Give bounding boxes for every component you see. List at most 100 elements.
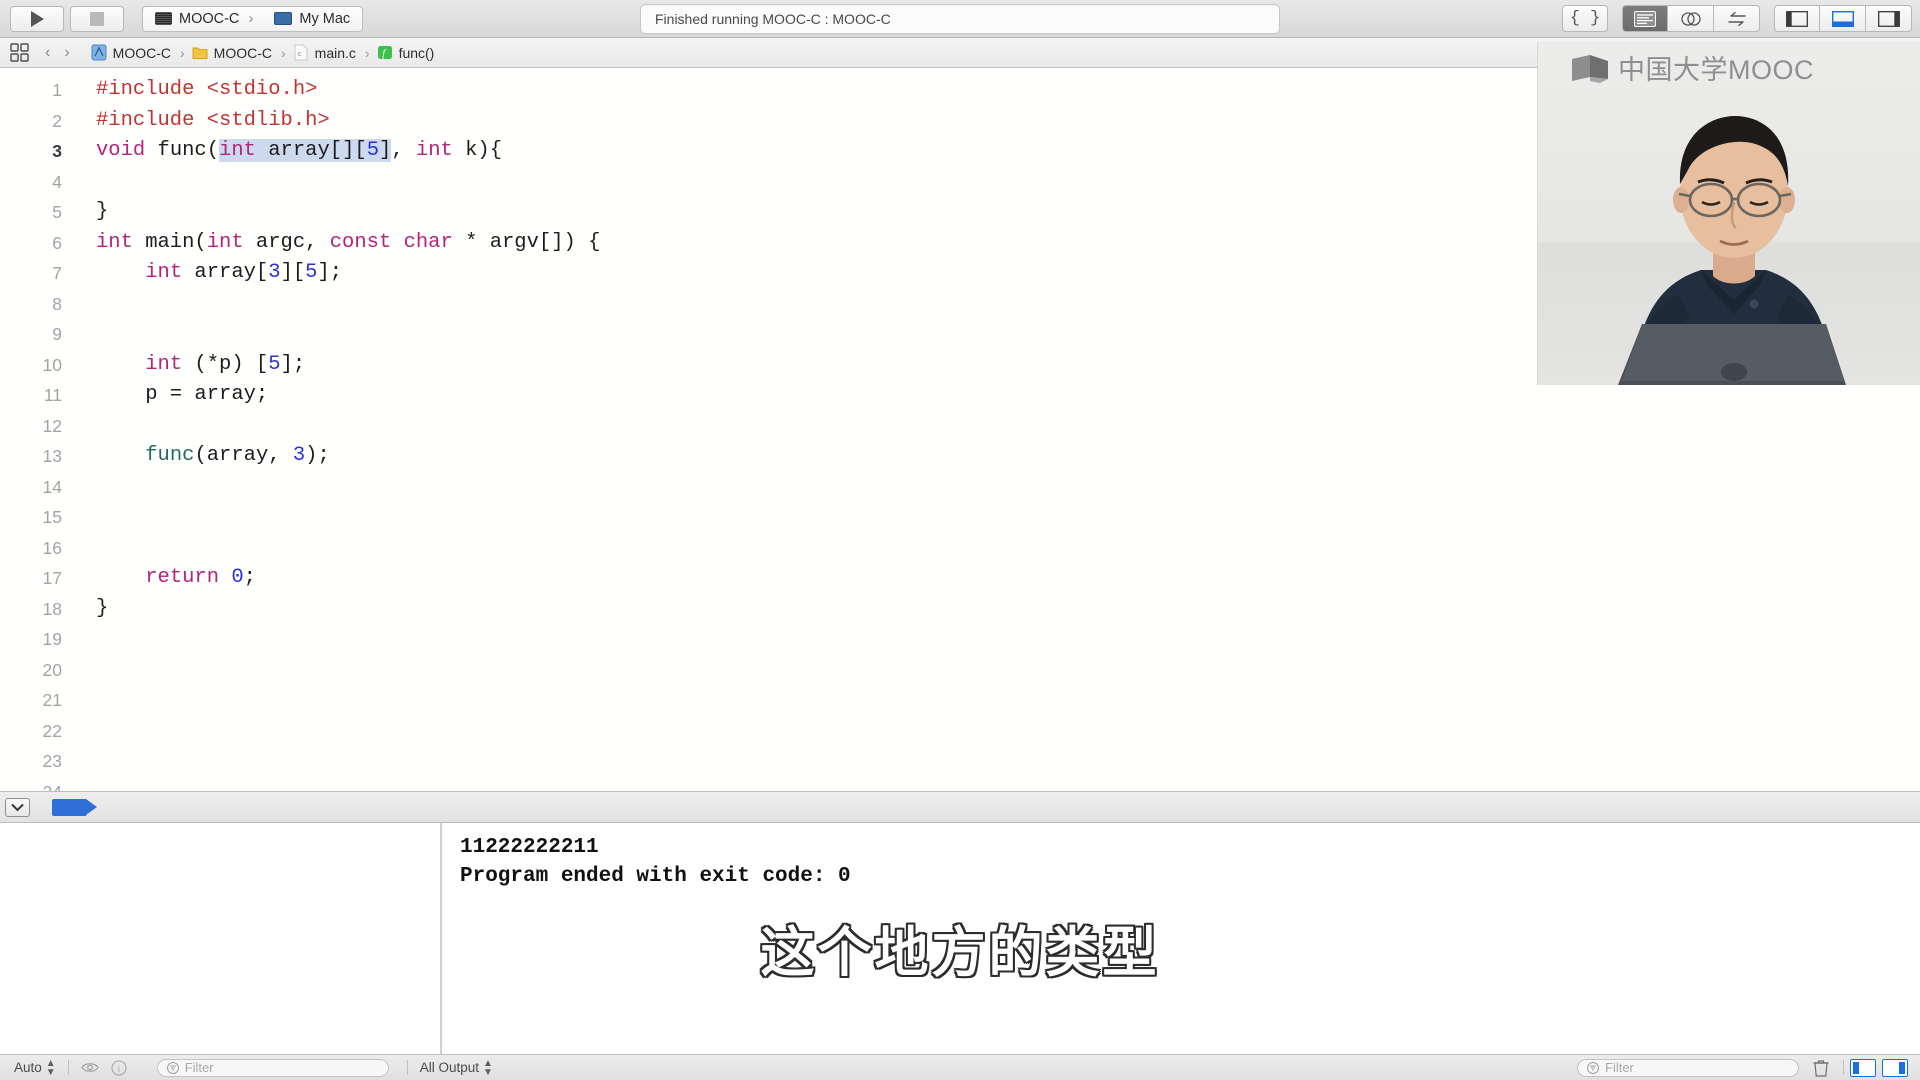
line-number: 8 <box>52 293 62 314</box>
standard-editor-icon <box>1634 10 1656 27</box>
filter-icon <box>166 1061 179 1074</box>
info-icon[interactable]: i <box>111 1059 127 1076</box>
scheme-selector[interactable]: MOOC-C › My Mac <box>142 5 364 32</box>
line-source: void func(int array[][5], int k){ <box>96 139 503 162</box>
assistant-editor-button[interactable] <box>1668 5 1714 32</box>
stepper-icon: ▲ ▼ <box>45 1057 56 1078</box>
navigator-panel-toggle[interactable] <box>1774 5 1820 32</box>
filter-placeholder: Filter <box>184 1060 214 1075</box>
line-number: 17 <box>42 568 62 588</box>
debug-panel-toggle[interactable] <box>1820 5 1866 32</box>
chevron-down-icon <box>11 803 24 811</box>
line-number: 20 <box>42 659 62 680</box>
subtitle-text: 这个地方的类型 <box>760 923 1160 983</box>
status-bar: Finished running MOOC-C : MOOC-C <box>640 4 1280 34</box>
line-source: } <box>96 200 109 223</box>
line-number: 10 <box>42 354 62 375</box>
code-line[interactable]: 16 <box>0 533 1920 564</box>
line-number: 11 <box>43 385 62 405</box>
code-braces-button[interactable]: { } <box>1562 5 1608 32</box>
breadcrumb-label: func() <box>398 44 435 61</box>
line-source: #include <stdlib.h> <box>96 108 330 132</box>
code-line[interactable]: 15 <box>0 502 1920 533</box>
svg-text:i: i <box>117 1064 120 1074</box>
line-source: int (*p) [5]; <box>145 352 306 376</box>
auto-label: Auto <box>14 1060 42 1075</box>
breakpoints-toggle[interactable] <box>52 798 97 816</box>
auto-scope-selector[interactable]: Auto ▲ ▼ <box>14 1057 56 1078</box>
console-filter-input[interactable]: Filter <box>1577 1058 1799 1077</box>
line-number: 6 <box>52 232 62 253</box>
forward-button[interactable]: › <box>57 44 76 62</box>
lecture-video-overlay[interactable]: 中国大学MOOC <box>1537 42 1920 385</box>
project-icon <box>91 44 107 61</box>
stepper-icon: ▲ ▼ <box>482 1057 493 1078</box>
output-scope-selector[interactable]: All Output ▲ ▼ <box>419 1057 493 1078</box>
line-number: 7 <box>52 263 62 283</box>
line-number: 19 <box>42 629 62 649</box>
show-console-view-button[interactable] <box>1882 1058 1908 1077</box>
status-text: Finished running MOOC-C : MOOC-C <box>655 11 891 27</box>
panel-toggle-group <box>1774 5 1912 32</box>
line-number: 22 <box>42 720 62 741</box>
all-output-label: All Output <box>419 1060 479 1075</box>
code-line[interactable]: 12 <box>0 411 1920 442</box>
line-number: 13 <box>42 446 62 466</box>
line-number: 2 <box>52 110 62 131</box>
utilities-panel-toggle[interactable] <box>1866 5 1912 32</box>
code-line[interactable]: 17 return 0; <box>0 563 1920 594</box>
toolbar-right-controls: { } <box>1562 5 1912 32</box>
line-source: } <box>96 596 109 620</box>
line-source: return 0; <box>145 566 256 589</box>
hide-debug-area-button[interactable] <box>5 797 30 817</box>
code-line[interactable]: 23 <box>0 746 1920 777</box>
code-line[interactable]: 14 <box>0 472 1920 503</box>
code-line[interactable]: 19 <box>0 624 1920 655</box>
breadcrumb-item-project[interactable]: MOOC-C <box>91 44 171 61</box>
code-line[interactable]: 21 <box>0 685 1920 716</box>
code-line[interactable]: 18} <box>0 594 1920 625</box>
divider <box>406 1060 408 1075</box>
filter-icon <box>1587 1061 1599 1074</box>
breadcrumb-item-function[interactable]: f func() <box>377 44 435 61</box>
code-line[interactable]: 22 <box>0 716 1920 747</box>
scheme-project-icon <box>155 12 172 25</box>
version-editor-button[interactable] <box>1714 5 1760 32</box>
filter-placeholder: Filter <box>1605 1060 1634 1075</box>
code-line[interactable]: 13 func(array, 3); <box>0 441 1920 472</box>
breadcrumb-separator: › <box>280 44 286 61</box>
right-panel-icon <box>1877 10 1900 27</box>
book-icon <box>1572 54 1608 83</box>
variables-filter-input[interactable]: Filter <box>156 1058 389 1077</box>
breadcrumb-item-file[interactable]: c main.c <box>293 44 356 61</box>
show-variables-view-button[interactable] <box>1850 1058 1876 1077</box>
run-button[interactable] <box>10 5 64 32</box>
back-button[interactable]: ‹ <box>38 44 57 62</box>
breadcrumb-item-folder[interactable]: MOOC-C <box>192 44 272 61</box>
related-items-icon[interactable] <box>10 42 30 63</box>
line-source: #include <stdio.h> <box>96 78 318 101</box>
line-number: 5 <box>52 202 62 222</box>
divider <box>67 1060 69 1075</box>
line-number: 12 <box>42 415 62 436</box>
xcode-window: MOOC-C › My Mac Finished running MOOC-C … <box>0 0 1920 1080</box>
folder-icon <box>192 47 208 60</box>
code-line[interactable]: 20 <box>0 655 1920 686</box>
svg-text:c: c <box>298 49 302 58</box>
code-line[interactable]: 24 <box>0 777 1920 792</box>
line-number: 18 <box>42 598 62 619</box>
eye-icon[interactable] <box>81 1061 99 1074</box>
line-number: 1 <box>52 80 62 100</box>
debug-bar <box>0 791 1920 823</box>
standard-editor-button[interactable] <box>1622 5 1668 32</box>
editor-mode-group <box>1622 5 1760 32</box>
bottom-panel-icon <box>1831 10 1854 27</box>
version-arrows-icon <box>1727 11 1746 26</box>
mooc-logo-text: 中国大学MOOC <box>1618 55 1814 85</box>
debug-status-bar: Auto ▲ ▼ i Filter All Output ▲ ▼ Filter <box>0 1054 1920 1080</box>
line-number: 4 <box>52 171 62 192</box>
line-number: 24 <box>0 777 62 792</box>
trash-icon[interactable] <box>1813 1059 1829 1077</box>
stop-button[interactable] <box>70 5 124 32</box>
scheme-separator: › <box>248 10 254 27</box>
